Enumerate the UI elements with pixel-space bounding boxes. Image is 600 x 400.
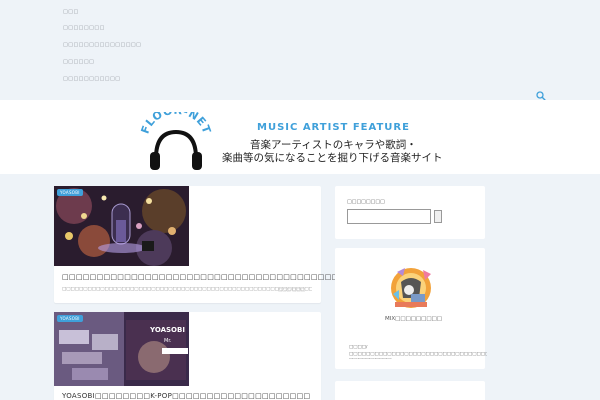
nav-item-4[interactable]: □□□□□□ (63, 59, 94, 65)
profile-avatar (391, 268, 431, 308)
search-widget: □□□□□□□□ (335, 186, 485, 239)
top-navigation: □□□ □□□□□□□□ □□□□□□□□□□□□□□□ □□□□□□ □□□□… (0, 0, 600, 100)
thumbnail-image: YOASOBI Mr. (54, 312, 189, 386)
read-more-link[interactable]: □□□ □□□ (278, 288, 305, 293)
nav-item-5[interactable]: □□□□□□□□□□□ (63, 76, 120, 82)
post-thumbnail[interactable]: YOASOBI Mr. YOASOBI (54, 312, 189, 386)
post-card[interactable]: YOASOBI Mr. YOASOBI YOASOBI□□□□□□□□K-POP… (54, 312, 321, 400)
post-title[interactable]: YOASOBI□□□□□□□□K-POP□□□□□□□□□□□□□□□□□□□□ (62, 392, 310, 400)
profile-widget: MIX□□□□□□□□□ □□□□/ □□□□□□□□□□□□□□□□□□□□□… (335, 248, 487, 369)
site-subtitle: MUSIC ARTIST FEATURE (257, 122, 410, 133)
nav-item-2[interactable]: □□□□□□□□ (63, 25, 105, 31)
site-tagline-line-2: 楽曲等の気になることを掘り下げる音楽サイト (222, 152, 443, 164)
post-card[interactable]: YOASOBI □□□□□□□□□□□□□□□□□□□□□□□□□□□□□□□□… (54, 186, 359, 303)
thumbnail-text-2: Mr. (164, 338, 172, 344)
sidebar-widget (335, 381, 485, 400)
category-tag[interactable]: YOASOBI (57, 315, 83, 322)
profile-description: □□□□/ □□□□□□□□□□□□□□□□□□□□□□□□□□□□□□□□□□… (349, 345, 487, 359)
post-thumbnail[interactable]: YOASOBI (54, 186, 189, 266)
category-tag[interactable]: YOASOBI (57, 189, 83, 196)
site-logo[interactable]: FLOOR-NET (140, 112, 212, 174)
profile-name: MIX□□□□□□□□□ (385, 316, 442, 322)
nav-item-1[interactable]: □□□ (63, 9, 79, 15)
thumbnail-text-1: YOASOBI (149, 326, 185, 334)
nav-item-3[interactable]: □□□□□□□□□□□□□□□ (63, 42, 141, 48)
thumbnail-image (54, 186, 189, 266)
search-input[interactable] (347, 209, 431, 224)
search-widget-title: □□□□□□□□ (347, 199, 385, 205)
post-excerpt: □□□□□□□□□□□□□□□□□□□□□□□□□□□□□□□□□□□□□□□□… (62, 287, 312, 292)
post-title[interactable]: □□□□□□□□□□□□□□□□□□□□□□□□□□□□□□□□□□□□□□□□… (62, 273, 359, 281)
search-submit-button[interactable] (434, 210, 442, 223)
